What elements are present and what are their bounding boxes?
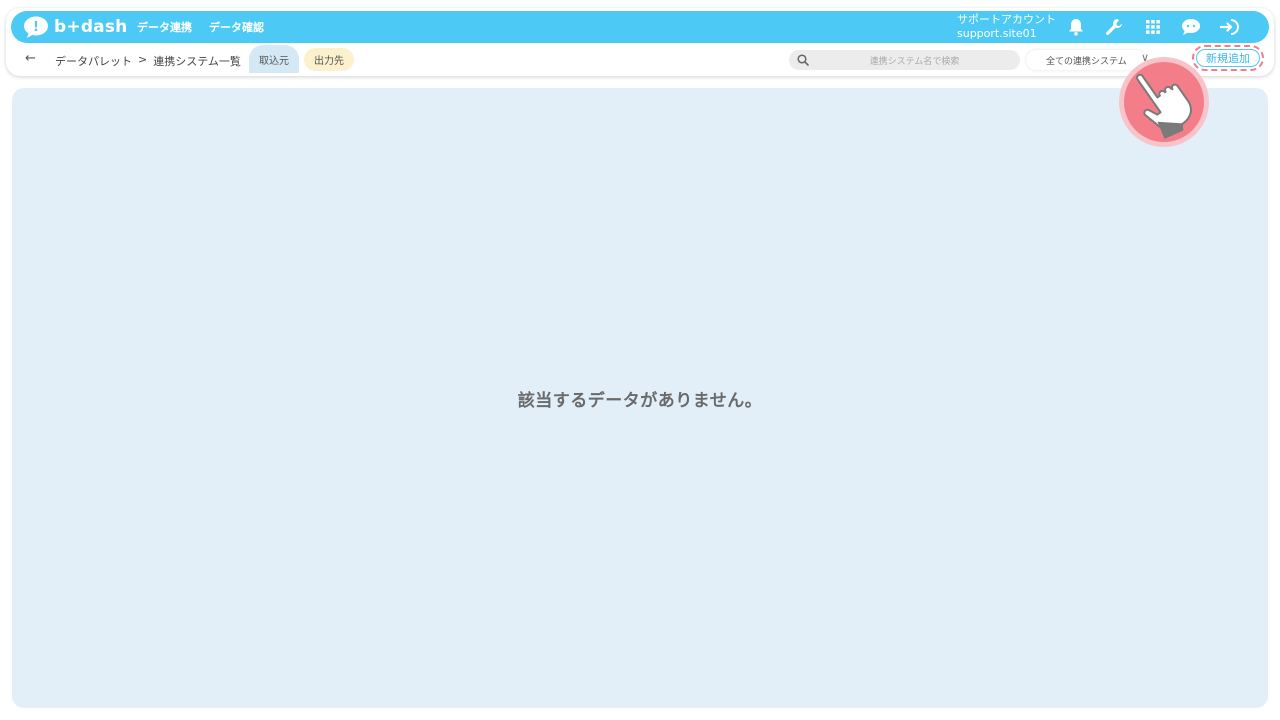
svg-text:!: ! (33, 20, 39, 35)
empty-state-message: 該当するデータがありません。 (517, 391, 763, 411)
logo-text: b+dash (54, 17, 128, 37)
account-name: サポートアカウント (957, 13, 1056, 26)
filter-value: 全ての連携システム (1046, 57, 1127, 67)
sub-toolbar: ← データパレット > 連携システム一覧 取込元 出力先 連携システム名で検索 … (11, 45, 1269, 75)
top-navigation-bar: ! b+dash データ連携 データ確認 サポートアカウント support.s… (11, 11, 1269, 43)
search-placeholder: 連携システム名で検索 (869, 57, 960, 67)
pointing-hand-icon (1119, 57, 1209, 147)
breadcrumb-data-palette[interactable]: データパレット (55, 53, 132, 69)
back-arrow-icon[interactable]: ← (25, 51, 36, 66)
account-info[interactable]: サポートアカウント support.site01 (957, 13, 1056, 41)
breadcrumb-system-list: 連携システム一覧 (153, 55, 241, 68)
search-input[interactable]: 連携システム名で検索 (789, 50, 1020, 70)
bell-icon[interactable] (1065, 16, 1087, 38)
nav-data-link[interactable]: データ連携 (137, 11, 192, 43)
logo-bubble-icon: ! (24, 16, 48, 38)
tab-import-source[interactable]: 取込元 (249, 45, 299, 73)
main-content-panel: 該当するデータがありません。 (12, 88, 1268, 708)
nav-data-check[interactable]: データ確認 (209, 11, 264, 43)
tab-output-destination[interactable]: 出力先 (304, 48, 354, 71)
logo[interactable]: ! b+dash (23, 15, 127, 39)
account-site: support.site01 (957, 27, 1037, 40)
wrench-icon[interactable] (1103, 16, 1125, 38)
logout-icon[interactable] (1219, 16, 1241, 38)
breadcrumb: データパレット > 連携システム一覧 (55, 53, 241, 69)
grid-icon[interactable] (1142, 16, 1164, 38)
breadcrumb-separator: > (138, 53, 148, 66)
chat-icon[interactable] (1180, 16, 1202, 38)
